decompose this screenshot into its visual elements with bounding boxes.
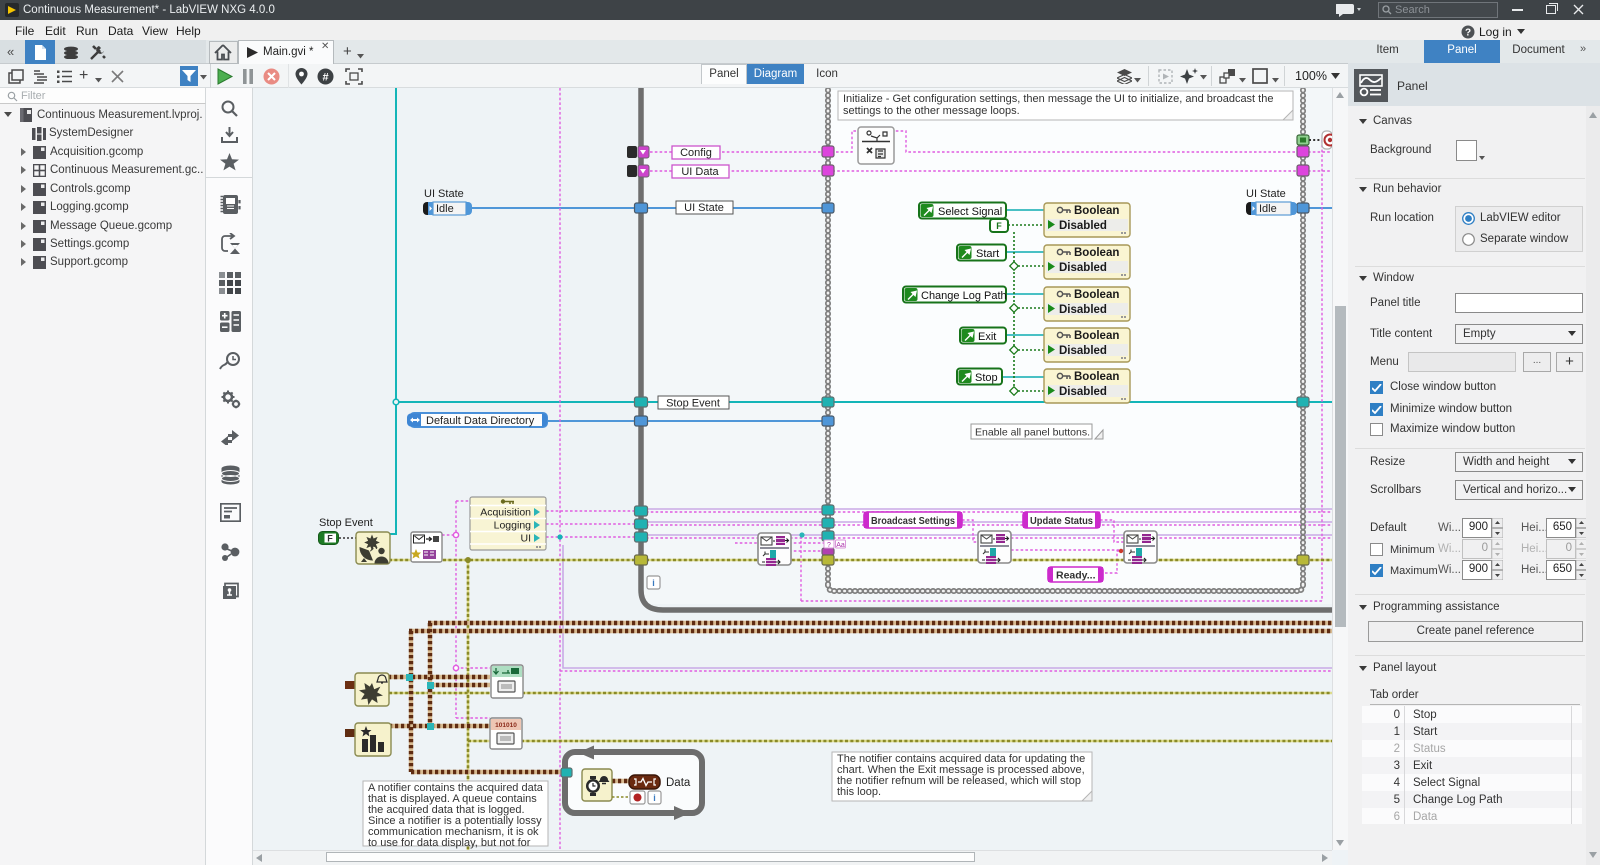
svg-text:Broadcast Settings: Broadcast Settings [871, 516, 955, 527]
svg-text:Boolean: Boolean [1074, 371, 1119, 383]
svg-text:to use for data display, but n: to use for data display, but not for [368, 837, 531, 849]
svg-text:Boolean: Boolean [1074, 330, 1119, 342]
svg-text:Exit: Exit [978, 331, 996, 343]
svg-text:Disabled: Disabled [1059, 345, 1107, 357]
svg-text:Config: Config [680, 147, 712, 159]
svg-text:Boolean: Boolean [1074, 205, 1119, 217]
svg-text:#: # [322, 72, 328, 84]
svg-text:Disabled: Disabled [1059, 304, 1107, 316]
svg-text:Change Log Path: Change Log Path [921, 290, 1007, 302]
svg-text:UI State: UI State [684, 202, 724, 214]
svg-text:?: ? [827, 542, 831, 549]
svg-text:i: i [652, 578, 655, 588]
svg-text:Start: Start [976, 248, 999, 260]
svg-text:UI Data: UI Data [681, 166, 719, 178]
svg-text:F: F [996, 221, 1002, 231]
svg-text:UI State: UI State [424, 188, 464, 200]
svg-text:Update Status: Update Status [1030, 515, 1093, 527]
svg-text:Logging: Logging [494, 520, 532, 532]
svg-text:UI: UI [521, 533, 532, 545]
svg-text:Ready...: Ready... [1056, 570, 1096, 582]
svg-text:Data: Data [666, 777, 691, 789]
svg-text:Stop Event: Stop Event [666, 398, 720, 410]
svg-text:Idle: Idle [436, 203, 454, 215]
svg-text:Enable all panel buttons.: Enable all panel buttons. [975, 427, 1090, 439]
svg-text:Acquisition: Acquisition [480, 507, 531, 519]
svg-text:Default Data Directory: Default Data Directory [426, 415, 535, 427]
svg-text:Aa: Aa [836, 542, 845, 549]
svg-text:i: i [653, 793, 656, 803]
svg-text:Idle: Idle [1259, 203, 1277, 215]
svg-text:Boolean: Boolean [1074, 247, 1119, 259]
svg-text:Disabled: Disabled [1059, 386, 1107, 398]
svg-text:Stop: Stop [975, 372, 998, 384]
svg-text:?: ? [1465, 28, 1471, 39]
svg-text:101010: 101010 [495, 722, 517, 729]
svg-text:Disabled: Disabled [1059, 262, 1107, 274]
svg-text:Select Signal: Select Signal [938, 206, 1002, 218]
svg-text:F: F [327, 534, 333, 544]
svg-text:Initialize - Get configuration: Initialize - Get configuration settings,… [843, 93, 1273, 105]
svg-text:settings to the other message: settings to the other message loops. [843, 105, 1020, 117]
svg-text:Disabled: Disabled [1059, 220, 1107, 232]
svg-text:Boolean: Boolean [1074, 289, 1119, 301]
svg-text:Stop Event: Stop Event [319, 517, 373, 529]
svg-text:this loop.: this loop. [837, 786, 881, 798]
svg-text:UI State: UI State [1246, 188, 1286, 200]
